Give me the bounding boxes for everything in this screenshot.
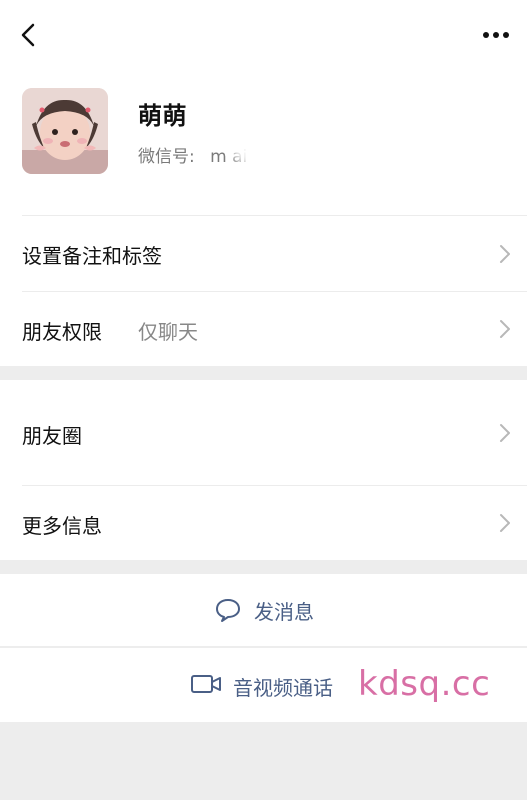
- privacy-blur: [232, 134, 382, 166]
- action-label: 音视频通话: [233, 676, 333, 700]
- chevron-right-icon: [500, 514, 510, 532]
- more-info-row[interactable]: 更多信息: [0, 486, 527, 560]
- contact-profile-page: 萌萌 微信号: m ai 设置备注和标签 朋友权限 仅聊天 朋友圈 更多信息 发…: [0, 0, 527, 800]
- chevron-left-icon: [21, 23, 35, 47]
- more-button[interactable]: [479, 20, 513, 50]
- friend-permissions-row[interactable]: 朋友权限 仅聊天: [0, 292, 527, 366]
- watermark: kdsq.cc: [358, 664, 491, 704]
- chevron-right-icon: [500, 320, 510, 338]
- wechat-id: 微信号: m ai: [138, 142, 247, 167]
- chevron-right-icon: [500, 245, 510, 263]
- avatar[interactable]: [22, 88, 108, 174]
- avatar-image: [22, 88, 108, 174]
- chevron-right-icon: [500, 424, 510, 442]
- set-remark-tags-row[interactable]: 设置备注和标签: [0, 216, 527, 292]
- back-button[interactable]: [14, 20, 44, 50]
- action-label: 发消息: [254, 600, 314, 624]
- video-camera-icon: [191, 675, 221, 693]
- top-bar: [0, 0, 527, 72]
- chat-bubble-icon: [216, 599, 240, 622]
- permission-value: 仅聊天: [138, 320, 198, 344]
- row-label: 朋友圈: [22, 424, 82, 448]
- send-message-button[interactable]: 发消息: [0, 574, 527, 646]
- row-label: 朋友权限: [22, 320, 102, 344]
- moments-row[interactable]: 朋友圈: [0, 380, 527, 486]
- wechat-id-label: 微信号:: [138, 147, 195, 167]
- more-horizontal-icon: [483, 32, 509, 38]
- profile-card: 萌萌 微信号: m ai: [0, 72, 527, 216]
- contact-name: 萌萌: [138, 102, 187, 130]
- row-label: 更多信息: [22, 514, 102, 538]
- row-label: 设置备注和标签: [22, 244, 162, 268]
